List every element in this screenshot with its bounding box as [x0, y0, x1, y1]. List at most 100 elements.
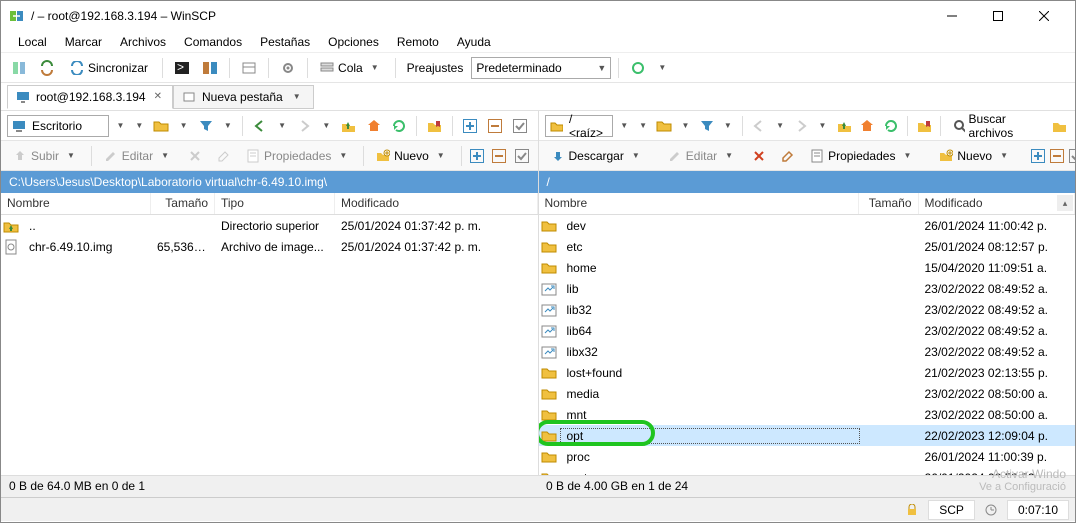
refresh-icon[interactable] [880, 114, 900, 138]
edit-button[interactable]: Editar▼ [98, 147, 179, 165]
forward-icon[interactable] [293, 114, 315, 138]
rename-icon[interactable] [775, 147, 801, 165]
maximize-button[interactable] [975, 1, 1021, 31]
file-name: .. [23, 219, 151, 233]
gear-icon[interactable] [276, 56, 300, 80]
col-type[interactable]: Tipo [215, 193, 335, 214]
list-item[interactable]: dev26/01/2024 11:00:42 p. [539, 215, 1076, 236]
menu-archivos[interactable]: Archivos [113, 33, 173, 51]
list-item[interactable]: proc26/01/2024 11:00:39 p. [539, 446, 1076, 467]
bookmark-icon[interactable] [423, 114, 445, 138]
scroll-up-icon[interactable]: ▴ [1057, 195, 1073, 211]
filter-icon[interactable] [696, 114, 716, 138]
home-icon[interactable] [363, 114, 385, 138]
session-tab[interactable]: root@192.168.3.194 ✕ [7, 85, 173, 109]
plus-icon[interactable] [467, 144, 486, 168]
session-tabs: root@192.168.3.194 ✕ Nueva pestaña ▼ [1, 83, 1075, 111]
filter-icon[interactable] [195, 114, 217, 138]
list-item[interactable]: libx3223/02/2022 08:49:52 a. [539, 341, 1076, 362]
file-icon [541, 428, 557, 444]
remote-file-list[interactable]: dev26/01/2024 11:00:42 p.etc25/01/2024 0… [539, 215, 1076, 475]
menu-remoto[interactable]: Remoto [390, 33, 446, 51]
list-item[interactable]: lost+found21/02/2023 02:13:55 p. [539, 362, 1076, 383]
bookmark-icon[interactable] [914, 114, 934, 138]
plus-icon[interactable] [459, 114, 481, 138]
menu-pestanas[interactable]: Pestañas [253, 33, 317, 51]
list-item[interactable]: lib23/02/2022 08:49:52 a. [539, 278, 1076, 299]
new-button[interactable]: Nuevo▼ [370, 147, 455, 165]
delete-icon[interactable] [746, 147, 772, 165]
list-item[interactable]: etc25/01/2024 08:12:57 p. [539, 236, 1076, 257]
menu-ayuda[interactable]: Ayuda [450, 33, 498, 51]
properties-button[interactable]: Propiedades▼ [240, 147, 357, 165]
list-item[interactable]: media23/02/2022 08:50:00 a. [539, 383, 1076, 404]
dropdown-arrow[interactable]: ▼ [654, 63, 670, 72]
folder-open-icon[interactable] [654, 114, 674, 138]
toolbar-btn[interactable] [7, 56, 31, 80]
presets-combo[interactable]: Predeterminado ▼ [471, 57, 611, 79]
toolbar-btn[interactable] [198, 56, 222, 80]
minus-icon[interactable] [484, 114, 506, 138]
properties-button[interactable]: Propiedades▼ [804, 147, 921, 165]
col-modified[interactable]: Modificado [335, 193, 538, 214]
list-item[interactable]: ..Directorio superior25/01/2024 01:37:42… [1, 215, 538, 236]
minus-icon[interactable] [490, 144, 509, 168]
sync-button[interactable]: Sincronizar [63, 56, 155, 80]
col-size[interactable]: Tamaño [151, 193, 215, 214]
col-name[interactable]: Nombre [1, 193, 151, 214]
back-icon[interactable] [749, 114, 769, 138]
parent-dir-icon[interactable] [833, 114, 853, 138]
list-item[interactable]: mnt23/02/2022 08:50:00 a. [539, 404, 1076, 425]
list-item[interactable]: root26/01/2024 08:53:52 p. [539, 467, 1076, 475]
file-icon [541, 344, 557, 360]
menu-comandos[interactable]: Comandos [177, 33, 249, 51]
list-item[interactable]: lib3223/02/2022 08:49:52 a. [539, 299, 1076, 320]
back-icon[interactable] [249, 114, 271, 138]
sync-browse-icon[interactable] [35, 56, 59, 80]
properties-label: Propiedades [264, 149, 331, 163]
col-modified[interactable]: Modificado [919, 193, 1076, 214]
tab-close-icon[interactable]: ✕ [152, 91, 164, 102]
close-button[interactable] [1021, 1, 1067, 31]
local-file-list[interactable]: ..Directorio superior25/01/2024 01:37:42… [1, 215, 538, 475]
list-item[interactable]: lib6423/02/2022 08:49:52 a. [539, 320, 1076, 341]
new-tab[interactable]: Nueva pestaña ▼ [173, 85, 314, 109]
menu-local[interactable]: Local [11, 33, 54, 51]
list-item[interactable]: home15/04/2020 11:09:51 a. [539, 257, 1076, 278]
col-name[interactable]: Nombre [539, 193, 859, 214]
remote-drive-combo[interactable]: / <raíz> [545, 115, 614, 137]
menu-opciones[interactable]: Opciones [321, 33, 386, 51]
check-icon[interactable] [509, 114, 531, 138]
menu-marcar[interactable]: Marcar [58, 33, 109, 51]
list-item[interactable]: chr-6.49.10.img65,536 KBArchivo de image… [1, 236, 538, 257]
download-button[interactable]: Descargar▼ [545, 147, 650, 165]
minus-icon[interactable] [1049, 144, 1065, 168]
svg-text:>: > [177, 60, 184, 74]
queue-button[interactable]: Cola ▼ [315, 56, 388, 80]
check-icon[interactable] [1068, 144, 1076, 168]
forward-icon[interactable] [791, 114, 811, 138]
check-icon[interactable] [512, 144, 531, 168]
local-path[interactable]: C:\Users\Jesus\Desktop\Laboratorio virtu… [1, 171, 538, 193]
plus-icon[interactable] [1030, 144, 1046, 168]
delete-icon[interactable] [182, 147, 208, 165]
minimize-button[interactable] [929, 1, 975, 31]
rename-icon[interactable] [211, 147, 237, 165]
upload-button[interactable]: Subir▼ [7, 147, 85, 165]
home-icon[interactable] [857, 114, 877, 138]
toolbar-btn[interactable] [237, 56, 261, 80]
local-drive-combo[interactable]: Escritorio [7, 115, 109, 137]
edit-button[interactable]: Editar▼ [662, 147, 743, 165]
list-item[interactable]: opt22/02/2023 12:09:04 p. [539, 425, 1076, 446]
new-button[interactable]: Nuevo▼ [933, 147, 1018, 165]
toolbar-btn[interactable] [626, 56, 650, 80]
parent-dir-icon[interactable] [337, 114, 359, 138]
remote-path[interactable]: / [539, 171, 1076, 193]
remote-drive-label: / <raíz> [569, 112, 608, 140]
col-size[interactable]: Tamaño [859, 193, 919, 214]
find-files-button[interactable]: Buscar archivos [947, 110, 1046, 142]
refresh-icon[interactable] [388, 114, 410, 138]
terminal-icon[interactable]: > [170, 56, 194, 80]
bookmark-add-icon[interactable] [1049, 114, 1069, 138]
folder-open-icon[interactable] [150, 114, 172, 138]
